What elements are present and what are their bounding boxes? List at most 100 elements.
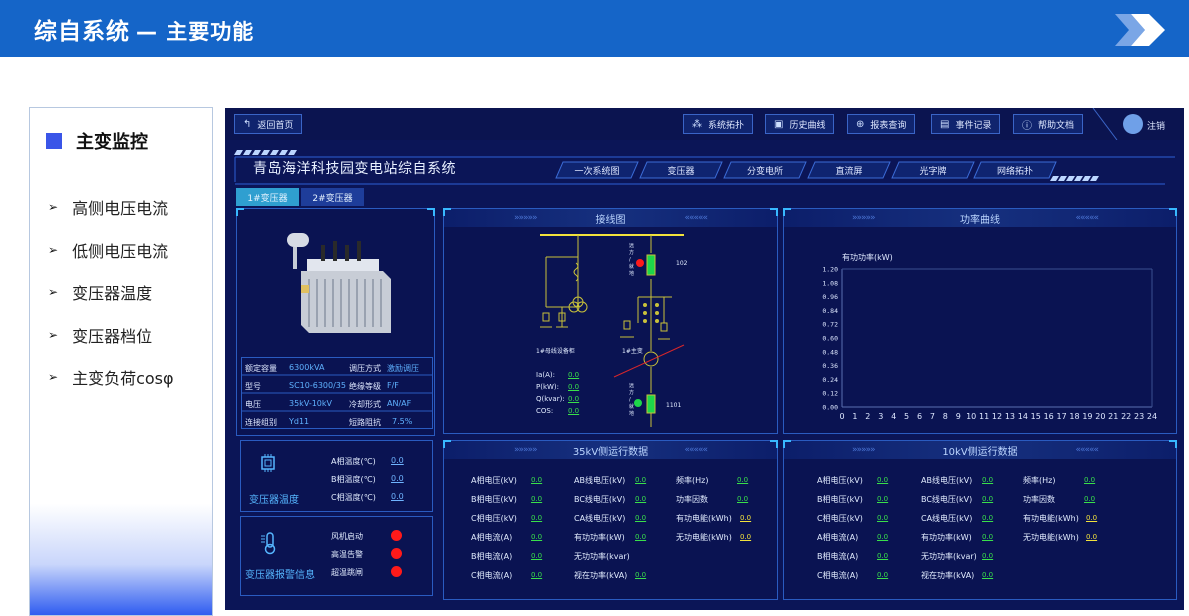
lv-value: 0.0 [982, 495, 994, 503]
alarm-indicator [391, 566, 402, 577]
chevrons-right-icon: »»»»» [852, 213, 876, 223]
tab-transformer-1[interactable]: 1#变压器 [236, 188, 299, 206]
lv-label: 无功电能(kWh) [1023, 533, 1079, 542]
document-icon: ▤ [940, 118, 950, 130]
hv-value: 0.0 [635, 533, 647, 541]
nav-tab-annunciator[interactable]: 光字牌 [891, 161, 975, 179]
panel-title: 接线图 [595, 214, 626, 226]
corner-accent [236, 208, 244, 216]
lv-label: BC线电压(kV) [921, 495, 973, 504]
lv-value: 0.0 [1084, 495, 1096, 503]
outline-item: ➢ 主变负荷cosφ [48, 356, 174, 399]
hv-label: 频率(Hz) [676, 476, 709, 485]
slide-title-main: 综自系统 [34, 19, 130, 45]
hv-value: 0.0 [635, 495, 647, 503]
temp-value: 0.0 [391, 492, 404, 501]
toolbar-label: 帮助文档 [1038, 120, 1075, 131]
nav-tab-label: 变压器 [667, 166, 695, 177]
corner-accent [443, 440, 451, 448]
lv-value: 0.0 [982, 533, 994, 541]
x-tick-label: 3 [878, 412, 883, 421]
alarm-label: 高温告警 [331, 550, 363, 559]
lv-label: B相电压(kV) [817, 495, 863, 504]
system-topology-button[interactable]: ⁂ 系统拓扑 [683, 114, 754, 134]
reading-value: 0.0 [568, 395, 580, 403]
panel-header: »»»»» 35kV侧运行数据 ««««« [444, 441, 777, 459]
x-tick-label: 19 [1082, 412, 1092, 421]
power-curve-chart: 有功功率(kW) 0.00 0.12 0.24 0.36 0.48 0.60 0.72 0.8… [822, 252, 1157, 421]
y-tick-label: 0.00 [822, 404, 838, 412]
hv-label: BC线电压(kV) [574, 495, 626, 504]
y-tick-label: 0.24 [822, 376, 838, 384]
hv-label: 有功功率(kW) [574, 533, 625, 542]
spec-value: 6300kVA [289, 363, 325, 372]
spec-label: 额定容量 [245, 364, 277, 373]
alarm-label: 超温跳闸 [331, 568, 363, 577]
nav-tab-primary-diagram[interactable]: 一次系统图 [555, 161, 639, 179]
power-curve-panel: »»»»» 功率曲线 ««««« 有功功率(kW) 0.00 0.12 0.24 0.… [783, 208, 1177, 434]
corner-accent [427, 208, 435, 216]
lv-label: 视在功率(kVA) [921, 571, 975, 580]
hv-label: C相电压(kV) [471, 514, 517, 523]
toolbar-label: 系统拓扑 [708, 120, 745, 131]
breaker-102-label: 102 [676, 260, 688, 267]
spec-value: SC10-6300/35 [289, 381, 346, 390]
lv-value: 0.0 [982, 514, 994, 522]
svg-text:就: 就 [629, 403, 634, 410]
user-avatar-icon[interactable] [1123, 114, 1143, 134]
back-home-button[interactable]: ↰ 返回首页 [234, 114, 303, 134]
event-log-button[interactable]: ▤ 事件记录 [931, 114, 1001, 134]
tab-transformer-2[interactable]: 2#变压器 [301, 188, 364, 206]
hv-label: AB线电压(kV) [574, 476, 626, 485]
lv-value: 0.0 [1084, 476, 1096, 484]
reading-value: 0.0 [568, 383, 580, 391]
nav-tab-dc-panel[interactable]: 直流屏 [807, 161, 891, 179]
alarm-panel: 变压器报警信息 风机启动 高温告警 超温跳闸 [240, 516, 433, 596]
x-tick-label: 20 [1095, 412, 1105, 421]
hv-label: 无功功率(kvar) [574, 552, 630, 561]
logout-link[interactable]: 注销 [1147, 119, 1165, 132]
help-docs-button[interactable]: ⓘ 帮助文档 [1013, 114, 1084, 134]
report-query-button[interactable]: ⊕ 报表查询 [847, 114, 916, 134]
outline-panel: 主变监控 ➢ 高侧电压电流 ➢ 低侧电压电流 ➢ 变压器温度 ➢ 变压器档位 ➢ 主变负荷… [29, 107, 213, 616]
lv-label: AB线电压(kV) [921, 476, 973, 485]
thermometer-icon [261, 532, 276, 555]
back-home-label: 返回首页 [257, 120, 294, 131]
history-curve-button[interactable]: ▣ 历史曲线 [765, 114, 835, 134]
spec-value: 35kV-10kV [289, 399, 332, 408]
spec-label: 绝缘等级 [349, 382, 381, 391]
x-tick-label: 11 [979, 412, 989, 421]
temp-label: C相温度(℃) [331, 493, 376, 502]
lv-label: 有功电能(kWh) [1023, 514, 1079, 523]
temp-label: A相温度(℃) [331, 457, 376, 466]
nav-tab-substation[interactable]: 分变电所 [723, 161, 807, 179]
scada-dashboard: ↰ 返回首页 ⁂ 系统拓扑 ▣ 历史曲线 ⊕ 报表查询 ▤ 事件记录 ⓘ 帮助文档 注销 [225, 108, 1184, 610]
chip-icon [261, 454, 275, 472]
chart-icon: ▣ [774, 118, 784, 130]
hv-value: 0.0 [531, 571, 543, 579]
outline-item-label: 变压器温度 [72, 284, 153, 304]
temp-value: 0.0 [391, 456, 404, 465]
arrow-bullet-icon: ➢ [48, 327, 59, 342]
corner-accent [783, 440, 791, 448]
chevrons-left-icon: ««««« [684, 213, 708, 223]
x-tick-label: 13 [1005, 412, 1015, 421]
corner-accent [1169, 208, 1177, 216]
main-transformer-label: 1#主变 [622, 347, 643, 355]
hv-value: 0.0 [531, 514, 543, 522]
nav-tab-label: 光字牌 [919, 166, 947, 177]
y-tick-label: 0.48 [822, 348, 838, 356]
arrow-bullet-icon: ➢ [48, 285, 59, 300]
lv-value: 0.0 [982, 552, 994, 560]
nav-tab-transformer[interactable]: 变压器 [639, 161, 723, 179]
spec-label: 型号 [245, 382, 261, 391]
lv-label: CA线电压(kV) [921, 514, 973, 523]
hv-value: 0.0 [740, 514, 752, 522]
alarm-label: 风机启动 [331, 532, 363, 541]
alarm-title: 变压器报警信息 [245, 570, 315, 581]
hv-label: C相电流(A) [471, 571, 513, 580]
transformer-info-panel: 额定容量 6300kVA 调压方式 激励调压 型号 SC10-6300/35 绝… [236, 208, 435, 436]
outline-list: ➢ 高侧电压电流 ➢ 低侧电压电流 ➢ 变压器温度 ➢ 变压器档位 ➢ 主变负荷cosφ [48, 186, 174, 399]
hv-label: 有功电能(kWh) [676, 514, 732, 523]
nav-tab-network-topology[interactable]: 网络拓扑 [973, 161, 1057, 179]
